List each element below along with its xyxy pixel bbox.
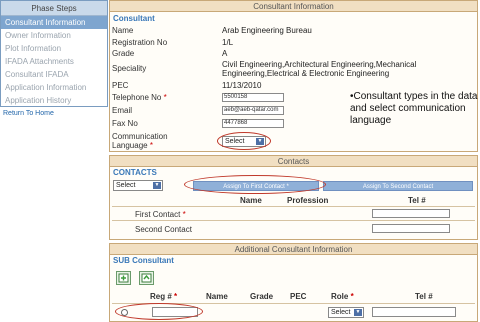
phase-steps-header: Phase Steps	[1, 1, 107, 16]
telephone-label-text: Telephone No	[112, 93, 162, 102]
contacts-select-value: Select	[116, 182, 136, 189]
assign-highlight-ellipse	[184, 175, 326, 194]
consultant-subheader: Consultant	[113, 14, 155, 23]
language-label-text: Communication Language	[112, 132, 168, 150]
pec-value: 11/13/2010	[222, 81, 262, 90]
remove-row-button[interactable]	[139, 271, 154, 285]
return-to-home-link[interactable]: Return To Home	[3, 110, 54, 117]
sub-role-column: Role *	[331, 292, 354, 301]
sub-pec-column: PEC	[290, 292, 307, 301]
consultant-information-panel: Consultant Information Consultant Name A…	[109, 0, 478, 152]
name-value: Arab Engineering Bureau	[222, 26, 312, 35]
language-highlight-ellipse	[217, 132, 271, 150]
chevron-down-icon: ▼	[354, 309, 362, 316]
first-contact-label-text: First Contact	[135, 210, 181, 219]
assign-second-contact-button[interactable]: Assign To Second Contact	[323, 181, 473, 191]
divider	[112, 206, 475, 207]
role-required-mark: *	[350, 292, 354, 301]
sub-tel-column: Tel #	[415, 292, 433, 301]
speciality-label: Speciality	[112, 64, 147, 73]
contacts-select[interactable]: Select ▼	[113, 180, 163, 191]
sub-tel-input[interactable]	[372, 307, 456, 317]
email-input[interactable]: aeb@aeb-qatar.com	[222, 106, 284, 115]
phase-steps-panel: Phase Steps Consultant Information Owner…	[0, 0, 108, 107]
contacts-profession-column: Profession	[287, 196, 329, 205]
step-consultant-ifada[interactable]: Consultant IFADA	[1, 68, 107, 81]
contacts-tel-column: Tel #	[408, 196, 426, 205]
speciality-value: Civil Engineering,Architectural Engineer…	[222, 60, 417, 78]
step-owner-information[interactable]: Owner Information	[1, 29, 107, 42]
step-plot-information[interactable]: Plot Information	[1, 42, 107, 55]
additional-consultant-panel: Additional Consultant Information SUB Co…	[109, 243, 478, 322]
name-label: Name	[112, 26, 134, 35]
chevron-down-icon: ▼	[153, 182, 161, 189]
telephone-label: Telephone No *	[112, 93, 167, 102]
add-icon	[118, 273, 129, 283]
sub-grade-column: Grade	[250, 292, 274, 301]
additional-consultant-header: Additional Consultant Information	[110, 244, 477, 255]
role-select[interactable]: Select ▼	[328, 307, 364, 318]
sub-reg-column-text: Reg #	[150, 292, 172, 301]
grade-label: Grade	[112, 49, 135, 58]
consultant-information-header: Consultant Information	[110, 1, 477, 12]
contacts-header: Contacts	[110, 156, 477, 167]
fax-label: Fax No	[112, 119, 138, 128]
second-contact-tel-input[interactable]	[372, 224, 450, 233]
reg-required-mark: *	[174, 292, 178, 301]
second-contact-label: Second Contact	[135, 225, 192, 234]
language-required-mark: *	[149, 141, 153, 150]
email-label: Email	[112, 106, 133, 115]
reg-highlight-ellipse	[115, 303, 203, 320]
step-application-information[interactable]: Application Information	[1, 81, 107, 94]
step-application-history[interactable]: Application History	[1, 94, 107, 107]
divider	[112, 220, 475, 221]
fax-input[interactable]: 4477868	[222, 119, 284, 128]
instruction-callout: •Consultant types in the data and select…	[350, 91, 478, 126]
step-ifada-attachments[interactable]: IFADA Attachments	[1, 55, 107, 68]
sub-role-column-text: Role	[331, 292, 349, 301]
first-contact-required-mark: *	[182, 210, 186, 219]
step-consultant-information[interactable]: Consultant Information	[1, 16, 107, 29]
registration-label: Registration No	[112, 38, 168, 47]
pec-label: PEC	[112, 81, 129, 90]
add-row-button[interactable]	[116, 271, 131, 285]
contacts-panel: Contacts CONTACTS Select ▼ Assign To Fir…	[109, 155, 478, 240]
undo-icon	[141, 273, 152, 283]
sub-reg-column: Reg # *	[150, 292, 177, 301]
sub-name-column: Name	[206, 292, 228, 301]
telephone-required-mark: *	[163, 93, 167, 102]
first-contact-label: First Contact *	[135, 210, 186, 219]
language-label: Communication Language *	[112, 132, 202, 150]
first-contact-tel-input[interactable]	[372, 209, 450, 218]
registration-value: 1/L	[222, 38, 234, 47]
grade-value: A	[222, 49, 228, 58]
sub-consultant-subheader: SUB Consultant	[113, 256, 174, 265]
contacts-name-column: Name	[240, 196, 262, 205]
telephone-input[interactable]: 5500158	[222, 93, 284, 102]
role-select-value: Select	[331, 309, 351, 316]
